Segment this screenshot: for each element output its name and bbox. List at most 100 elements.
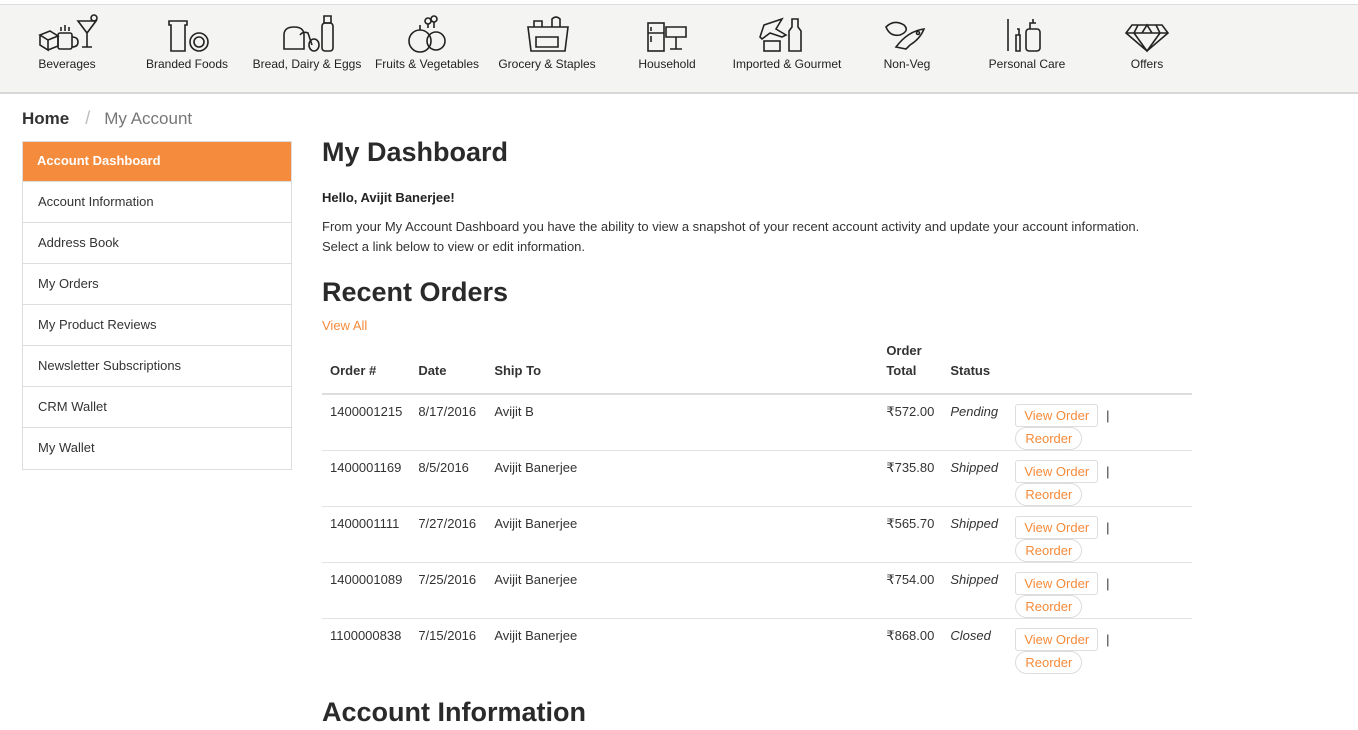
- reorder-button[interactable]: Reorder: [1015, 651, 1083, 674]
- reorder-button[interactable]: Reorder: [1015, 539, 1083, 562]
- non-veg-icon: [885, 21, 926, 50]
- category-label: Imported & Gourmet: [732, 57, 842, 71]
- recent-orders-table: Order # Date Ship To Order Total Status 1…: [322, 341, 1192, 674]
- account-information-title: Account Information: [322, 697, 586, 727]
- fruits-vegetables-icon: [408, 15, 446, 53]
- column-order-total: Order Total: [878, 341, 943, 395]
- table-row: 1100000838 7/15/2016 Avijit Banerjee ₹86…: [322, 619, 1192, 674]
- order-status: Closed: [950, 628, 991, 643]
- category-bread-dairy-eggs[interactable]: Bread, Dairy & Eggs: [247, 13, 367, 71]
- breadcrumb-separator: /: [85, 108, 91, 128]
- page-title: My Dashboard: [322, 137, 509, 167]
- order-actions: View Order | Reorder: [1007, 506, 1192, 563]
- action-separator: |: [1106, 408, 1110, 423]
- order-total: ₹754.00: [878, 562, 943, 619]
- reorder-button[interactable]: Reorder: [1015, 483, 1083, 506]
- category-label: Beverages: [38, 57, 96, 71]
- column-actions: [1007, 341, 1192, 395]
- breadcrumb-home-link[interactable]: Home: [22, 109, 69, 128]
- order-actions: View Order | Reorder: [1007, 619, 1192, 674]
- order-ship-to: Avijit Banerjee: [486, 562, 879, 619]
- view-order-button[interactable]: View Order: [1015, 628, 1099, 651]
- category-grocery-staples[interactable]: Grocery & Staples: [487, 13, 607, 71]
- grocery-icon: [527, 16, 569, 52]
- view-order-button[interactable]: View Order: [1015, 572, 1099, 595]
- category-label: Branded Foods: [145, 57, 229, 71]
- category-fruits-vegetables[interactable]: Fruits & Vegetables: [367, 13, 487, 71]
- order-status: Shipped: [942, 506, 1008, 563]
- breadcrumb: Home / My Account: [22, 108, 192, 129]
- reorder-button[interactable]: Reorder: [1015, 595, 1083, 618]
- order-number: 1400001089: [322, 562, 411, 619]
- order-total: ₹868.00: [886, 628, 935, 643]
- order-ship-to: Avijit Banerjee: [486, 450, 879, 507]
- personal-care-icon: [1007, 19, 1041, 52]
- view-all-orders-link[interactable]: View All: [322, 318, 367, 333]
- order-number: 1100000838: [330, 628, 402, 643]
- order-date: 7/27/2016: [410, 506, 487, 563]
- table-header-row: Order # Date Ship To Order Total Status: [322, 341, 1192, 395]
- column-order-total-line2: Total: [886, 363, 917, 378]
- sidebar-item-my-orders[interactable]: My Orders: [23, 264, 291, 305]
- category-label: Grocery & Staples: [498, 57, 596, 71]
- sidebar-item-my-product-reviews[interactable]: My Product Reviews: [23, 305, 291, 346]
- order-date: 7/25/2016: [410, 562, 487, 619]
- dashboard-intro: From your My Account Dashboard you have …: [322, 217, 1202, 257]
- order-date: 8/17/2016: [410, 394, 487, 451]
- category-label: Bread, Dairy & Eggs: [252, 57, 362, 71]
- order-date: 7/15/2016: [418, 628, 477, 643]
- sidebar-item-account-dashboard[interactable]: Account Dashboard: [23, 142, 291, 182]
- category-imported-gourmet[interactable]: Imported & Gourmet: [727, 13, 847, 71]
- order-total: ₹735.80: [878, 450, 943, 507]
- view-order-button[interactable]: View Order: [1015, 460, 1099, 483]
- column-ship-to: Ship To: [486, 341, 879, 395]
- action-separator: |: [1106, 464, 1110, 479]
- diamond-icon: [1124, 23, 1170, 53]
- category-label: Household: [638, 57, 696, 71]
- reorder-button[interactable]: Reorder: [1015, 427, 1083, 450]
- category-branded-foods[interactable]: Branded Foods: [127, 13, 247, 71]
- recent-orders-title: Recent Orders: [322, 277, 509, 307]
- category-label: Offers: [1130, 57, 1164, 71]
- order-actions: View Order | Reorder: [1007, 394, 1192, 451]
- sidebar-item-my-wallet[interactable]: My Wallet: [23, 428, 291, 469]
- imported-gourmet-icon: [759, 17, 802, 52]
- order-status: Shipped: [942, 450, 1008, 507]
- category-label: Non-Veg: [883, 57, 931, 71]
- order-total: ₹565.70: [878, 506, 943, 563]
- order-ship-to: Avijit B: [486, 394, 879, 451]
- table-row: 1400001215 8/17/2016 Avijit B ₹572.00 Pe…: [322, 394, 1192, 451]
- order-status: Pending: [942, 394, 1008, 451]
- category-beverages[interactable]: Beverages: [7, 13, 127, 71]
- category-label: Personal Care: [988, 57, 1066, 71]
- greeting: Hello, Avijit Banerjee!: [322, 190, 455, 205]
- order-ship-to: Avijit Banerjee: [486, 506, 879, 563]
- beverages-icon: [38, 14, 98, 52]
- category-personal-care[interactable]: Personal Care: [967, 13, 1087, 71]
- column-order-total-line1: Order: [886, 343, 922, 358]
- table-row: 1400001089 7/25/2016 Avijit Banerjee ₹75…: [322, 562, 1192, 619]
- sidebar-item-account-information[interactable]: Account Information: [23, 182, 291, 223]
- category-offers[interactable]: Offers: [1087, 13, 1207, 71]
- branded-foods-icon: [168, 20, 209, 52]
- breadcrumb-current: My Account: [104, 109, 193, 128]
- column-order-number: Order #: [322, 341, 411, 395]
- column-date: Date: [410, 341, 487, 395]
- action-separator: |: [1106, 576, 1110, 591]
- order-number: 1400001215: [322, 394, 411, 451]
- column-status: Status: [942, 341, 1008, 395]
- view-order-button[interactable]: View Order: [1015, 516, 1099, 539]
- view-order-button[interactable]: View Order: [1015, 404, 1099, 427]
- order-number: 1400001169: [322, 450, 411, 507]
- intro-line-2: Select a link below to view or edit info…: [322, 239, 586, 254]
- bread-dairy-icon: [283, 15, 334, 52]
- sidebar-item-address-book[interactable]: Address Book: [23, 223, 291, 264]
- table-row: 1400001111 7/27/2016 Avijit Banerjee ₹56…: [322, 506, 1192, 563]
- category-non-veg[interactable]: Non-Veg: [847, 13, 967, 71]
- category-label: Fruits & Vegetables: [374, 57, 480, 71]
- order-status: Shipped: [942, 562, 1008, 619]
- order-ship-to: Avijit Banerjee: [494, 628, 578, 643]
- category-household[interactable]: Household: [607, 13, 727, 71]
- sidebar-item-newsletter-subscriptions[interactable]: Newsletter Subscriptions: [23, 346, 291, 387]
- sidebar-item-crm-wallet[interactable]: CRM Wallet: [23, 387, 291, 428]
